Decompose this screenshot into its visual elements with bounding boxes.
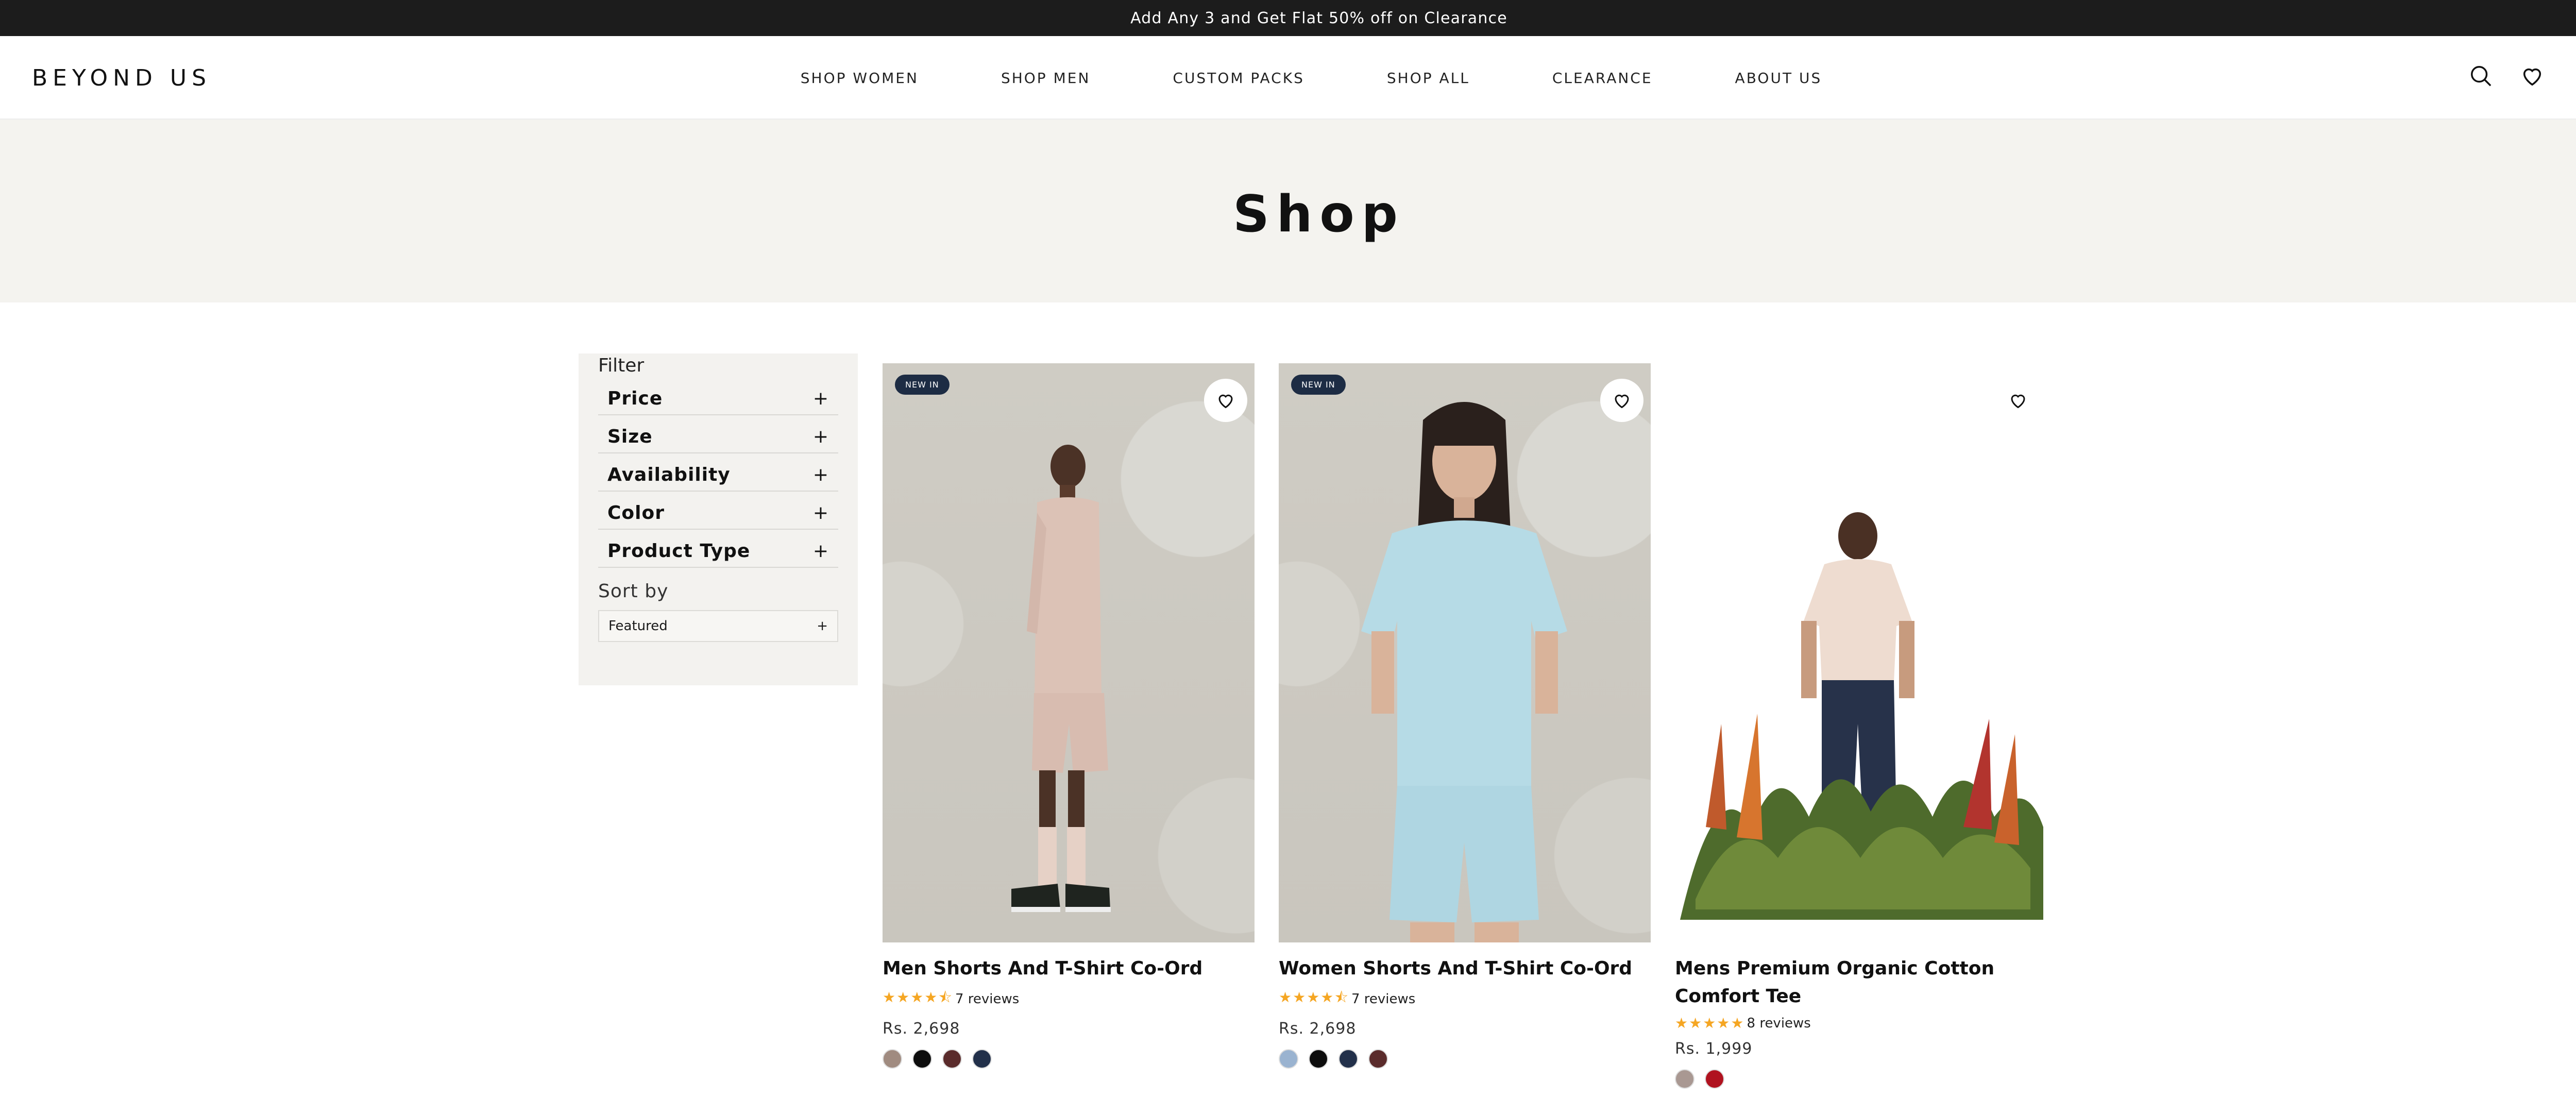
filter-label: Size [607, 426, 653, 447]
review-count[interactable]: 7 reviews [955, 991, 1019, 1007]
nav-shop-men[interactable]: SHOP MEN [1001, 70, 1090, 87]
color-swatches [1279, 1049, 1651, 1069]
filter-color[interactable]: Color + [598, 492, 838, 530]
product-image[interactable]: NEW IN [883, 363, 1255, 942]
product-rating: ★★★★★ 8 reviews [1675, 1015, 2047, 1032]
product-price: Rs. 2,698 [883, 1020, 960, 1038]
sort-title: Sort by [598, 581, 669, 602]
nav-custom-packs[interactable]: CUSTOM PACKS [1173, 70, 1304, 87]
color-swatch[interactable] [1675, 1069, 1694, 1089]
plus-icon[interactable]: + [813, 541, 829, 562]
product-image[interactable] [1675, 363, 2047, 942]
heart-icon[interactable] [1204, 379, 1247, 422]
product-name[interactable]: Mens Premium Organic Cotton Comfort Tee [1675, 955, 2047, 1010]
color-swatch[interactable] [883, 1049, 902, 1069]
search-icon[interactable] [2468, 63, 2494, 89]
filter-size[interactable]: Size + [598, 415, 838, 453]
product-price: Rs. 2,698 [1279, 1020, 1357, 1038]
color-swatch[interactable] [1705, 1069, 1724, 1089]
cart-icon[interactable]: 0 [2571, 63, 2576, 89]
nav-shop-women[interactable]: SHOP WOMEN [801, 70, 919, 87]
product-rating: ★★★★⯪ 7 reviews [883, 987, 1255, 1011]
product-photo-men-coord [1011, 445, 1111, 912]
page-hero: Shop [0, 120, 2576, 302]
nav-clearance[interactable]: CLEARANCE [1552, 70, 1653, 87]
filter-availability[interactable]: Availability + [598, 453, 838, 492]
star-rating-icon: ★★★★★ [1675, 1015, 1745, 1032]
plus-icon[interactable]: + [813, 464, 829, 485]
heart-icon[interactable] [1600, 379, 1643, 422]
color-swatch[interactable] [1368, 1049, 1388, 1069]
announcement-bar: Add Any 3 and Get Flat 50% off on Cleara… [0, 0, 2576, 36]
filter-label: Availability [607, 464, 731, 485]
filter-product-type[interactable]: Product Type + [598, 530, 838, 568]
product-card[interactable]: Mens Premium Organic Cotton Comfort Tee … [1675, 363, 2047, 1089]
sort-select[interactable]: Featured + [598, 610, 838, 642]
product-photo-comfort-tee [1680, 512, 2043, 920]
filter-price[interactable]: Price + [598, 377, 838, 415]
sort-value: Featured [608, 618, 668, 634]
color-swatch[interactable] [942, 1049, 962, 1069]
color-swatches [883, 1049, 1255, 1069]
nav-about-us[interactable]: ABOUT US [1735, 70, 1822, 87]
product-image[interactable]: NEW IN [1279, 363, 1651, 942]
product-name[interactable]: Women Shorts And T-Shirt Co-Ord [1279, 955, 1651, 983]
product-rating: ★★★★⯪ 7 reviews [1279, 987, 1651, 1011]
review-count[interactable]: 7 reviews [1351, 991, 1415, 1007]
filter-title: Filter [598, 355, 645, 376]
color-swatch[interactable] [1338, 1049, 1358, 1069]
star-rating-icon: ★★★★⯪ [1279, 989, 1349, 1006]
announcement-text: Add Any 3 and Get Flat 50% off on Cleara… [1130, 9, 1507, 27]
product-photo-women-coord [1361, 402, 1567, 942]
filter-sidebar: Filter Price + Size + Availability + Col… [579, 353, 858, 685]
main-nav: SHOP WOMEN SHOP MEN CUSTOM PACKS SHOP AL… [0, 36, 2576, 120]
heart-icon[interactable] [2519, 63, 2545, 89]
nav-shop-all[interactable]: SHOP ALL [1387, 70, 1470, 87]
filter-label: Price [607, 388, 663, 409]
color-swatch[interactable] [1309, 1049, 1328, 1069]
brand-logo[interactable]: BEYOND US [32, 65, 211, 91]
color-swatches [1675, 1069, 2047, 1089]
star-rating-icon: ★★★★⯪ [883, 989, 953, 1006]
color-swatch[interactable] [912, 1049, 932, 1069]
new-in-badge: NEW IN [1291, 375, 1346, 395]
plus-icon[interactable]: + [813, 502, 829, 524]
product-card[interactable]: NEW IN Women Shorts And T-Shirt Co-Ord ★… [1279, 363, 1651, 1069]
product-price: Rs. 1,999 [1675, 1040, 1753, 1058]
page-title: Shop [1233, 184, 1405, 244]
product-card[interactable]: NEW IN Men Shorts And T-Shirt Co-Ord ★★★… [883, 363, 1255, 1069]
filter-label: Product Type [607, 541, 751, 562]
new-in-badge: NEW IN [895, 375, 950, 395]
filter-label: Color [607, 502, 665, 524]
site-header: BEYOND US SHOP WOMEN SHOP MEN CUSTOM PAC… [0, 36, 2576, 120]
plus-icon[interactable]: + [817, 618, 828, 634]
product-name[interactable]: Men Shorts And T-Shirt Co-Ord [883, 955, 1255, 983]
review-count[interactable]: 8 reviews [1747, 1016, 1811, 1031]
plus-icon[interactable]: + [813, 388, 829, 409]
heart-icon[interactable] [1996, 379, 2040, 422]
color-swatch[interactable] [972, 1049, 992, 1069]
color-swatch[interactable] [1279, 1049, 1298, 1069]
plus-icon[interactable]: + [813, 426, 829, 447]
